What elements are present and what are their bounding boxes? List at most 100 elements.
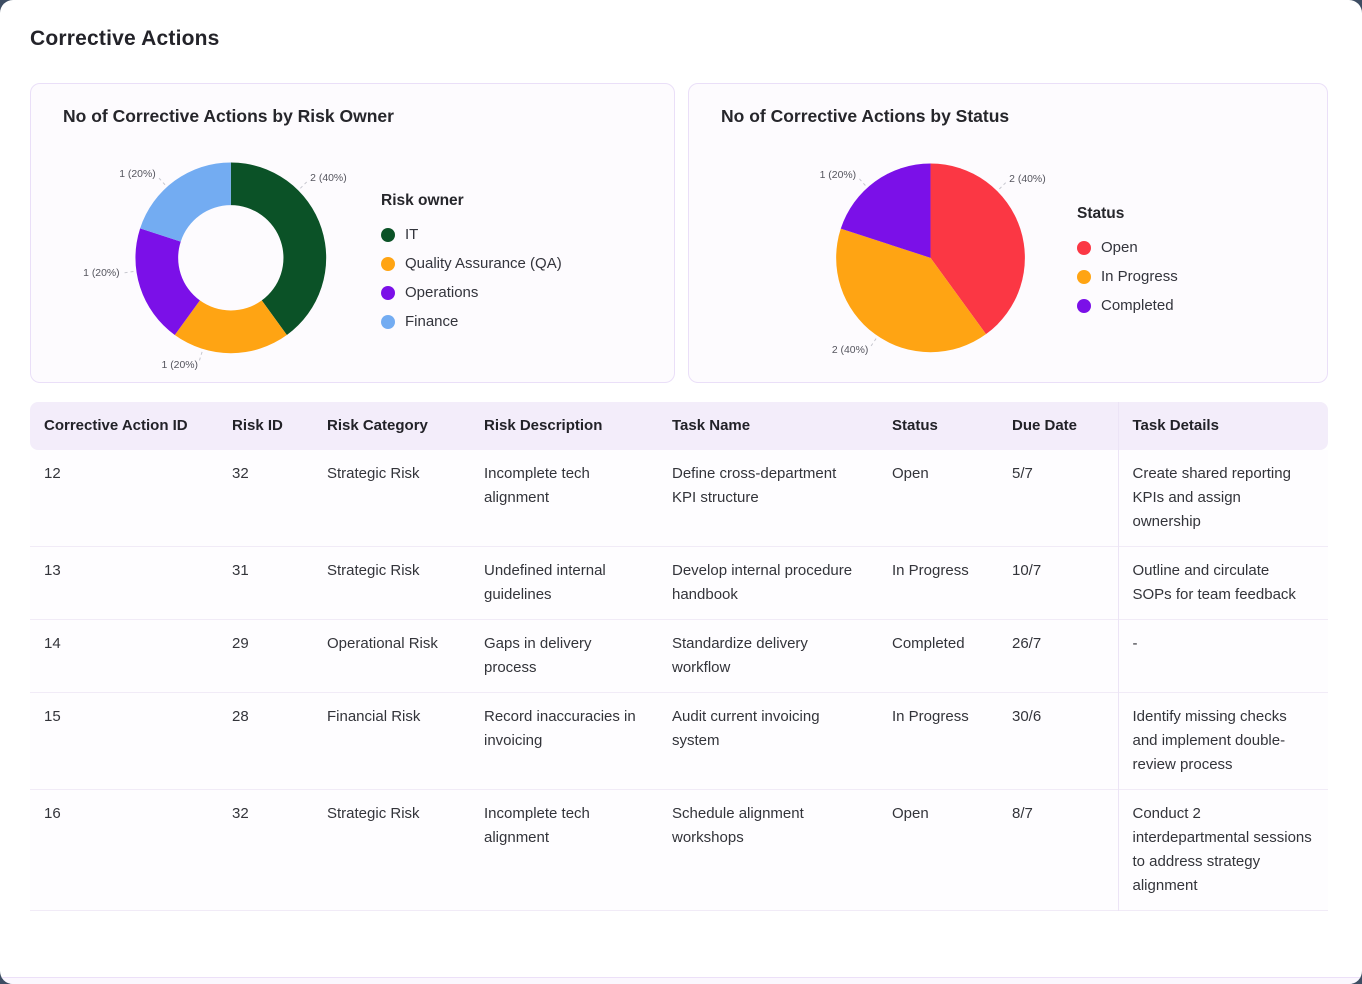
table-row: 16 32 Strategic Risk Incomplete tech ali… <box>30 790 1328 911</box>
header-task-details: Task Details <box>1118 402 1328 450</box>
cell-risk-id: 31 <box>218 547 313 620</box>
cell-risk-description: Incomplete tech alignment <box>470 450 658 547</box>
pie-slice-label: 1 (20%) <box>119 169 155 180</box>
risk-owner-donut-chart[interactable]: 2 (40%) 1 (20%) 1 (20%) 1 (20%) <box>31 84 674 382</box>
operations-legend-dot-icon <box>381 286 395 300</box>
label-leader-line <box>124 272 134 273</box>
cell-task-details: - <box>1118 620 1328 693</box>
cell-corrective-action-id: 13 <box>30 547 218 620</box>
cell-due-date: 10/7 <box>998 547 1118 620</box>
cell-corrective-action-id: 14 <box>30 620 218 693</box>
pie-slice-label: 2 (40%) <box>832 345 869 356</box>
cell-risk-category: Strategic Risk <box>313 790 470 911</box>
status-pie-chart[interactable]: 2 (40%) 2 (40%) 1 (20%) <box>689 84 1327 382</box>
finance-legend-dot-icon <box>381 315 395 329</box>
cell-task-details: Identify missing checks and implement do… <box>1118 693 1328 790</box>
cell-risk-description: Record inaccuracies in invoicing <box>470 693 658 790</box>
pie-slice-label: 1 (20%) <box>83 268 120 279</box>
cell-task-name: Develop internal procedure handbook <box>658 547 878 620</box>
label-leader-line <box>859 178 866 185</box>
header-risk-id: Risk ID <box>218 402 313 450</box>
pie-slice-label: 2 (40%) <box>310 173 347 184</box>
qa-legend-dot-icon <box>381 257 395 271</box>
header-risk-description: Risk Description <box>470 402 658 450</box>
pie-slice-label: 1 (20%) <box>162 360 199 371</box>
risk-owner-chart-card: No of Corrective Actions by Risk Owner 2… <box>30 83 675 383</box>
cell-status: In Progress <box>878 547 998 620</box>
legend-item-label: Finance <box>405 313 458 330</box>
status-legend: Status Open In Progress Completed <box>1077 205 1178 314</box>
cell-status: In Progress <box>878 693 998 790</box>
header-risk-category: Risk Category <box>313 402 470 450</box>
cell-task-details: Conduct 2 interdepartmental sessions to … <box>1118 790 1328 911</box>
cell-task-name: Define cross-department KPI structure <box>658 450 878 547</box>
next-section-peek <box>0 977 1362 984</box>
cell-risk-description: Incomplete tech alignment <box>470 790 658 911</box>
header-due-date: Due Date <box>998 402 1118 450</box>
legend-item-completed[interactable]: Completed <box>1077 297 1178 314</box>
legend-item-in-progress[interactable]: In Progress <box>1077 268 1178 285</box>
legend-item-label: Completed <box>1101 297 1174 314</box>
it-legend-dot-icon <box>381 228 395 242</box>
legend-item-label: IT <box>405 226 418 243</box>
label-leader-line <box>300 181 307 188</box>
cell-due-date: 30/6 <box>998 693 1118 790</box>
cell-status: Open <box>878 450 998 547</box>
legend-item-label: Quality Assurance (QA) <box>405 255 562 272</box>
cell-task-name: Schedule alignment workshops <box>658 790 878 911</box>
completed-legend-dot-icon <box>1077 299 1091 313</box>
cell-corrective-action-id: 15 <box>30 693 218 790</box>
cell-risk-category: Strategic Risk <box>313 450 470 547</box>
cell-risk-id: 28 <box>218 693 313 790</box>
table-row: 13 31 Strategic Risk Undefined internal … <box>30 547 1328 620</box>
cell-risk-id: 29 <box>218 620 313 693</box>
table-row: 12 32 Strategic Risk Incomplete tech ali… <box>30 450 1328 547</box>
cell-status: Completed <box>878 620 998 693</box>
cell-corrective-action-id: 16 <box>30 790 218 911</box>
corrective-actions-page: Corrective Actions No of Corrective Acti… <box>0 0 1362 984</box>
legend-item-label: In Progress <box>1101 268 1178 285</box>
charts-row: No of Corrective Actions by Risk Owner 2… <box>30 83 1328 383</box>
header-corrective-action-id: Corrective Action ID <box>30 402 218 450</box>
cell-risk-category: Financial Risk <box>313 693 470 790</box>
legend-item-label: Operations <box>405 284 478 301</box>
cell-task-name: Standardize delivery workflow <box>658 620 878 693</box>
label-leader-line <box>158 177 165 184</box>
cell-due-date: 26/7 <box>998 620 1118 693</box>
cell-status: Open <box>878 790 998 911</box>
cell-risk-category: Operational Risk <box>313 620 470 693</box>
table-header-row: Corrective Action ID Risk ID Risk Catego… <box>30 402 1328 450</box>
cell-due-date: 8/7 <box>998 790 1118 911</box>
pie-slice-label: 2 (40%) <box>1009 174 1046 185</box>
status-legend-title: Status <box>1077 205 1178 223</box>
cell-risk-id: 32 <box>218 450 313 547</box>
cell-task-details: Create shared reporting KPIs and assign … <box>1118 450 1328 547</box>
in-progress-legend-dot-icon <box>1077 270 1091 284</box>
cell-risk-category: Strategic Risk <box>313 547 470 620</box>
cell-risk-description: Undefined internal guidelines <box>470 547 658 620</box>
table-row: 15 28 Financial Risk Record inaccuracies… <box>30 693 1328 790</box>
legend-item-label: Open <box>1101 239 1138 256</box>
cell-risk-description: Gaps in delivery process <box>470 620 658 693</box>
legend-item-operations[interactable]: Operations <box>381 284 562 301</box>
header-status: Status <box>878 402 998 450</box>
status-chart-card: No of Corrective Actions by Status 2 (40… <box>688 83 1328 383</box>
cell-corrective-action-id: 12 <box>30 450 218 547</box>
risk-owner-legend: Risk owner IT Quality Assurance (QA) Ope… <box>381 192 562 330</box>
label-leader-line <box>871 339 877 347</box>
label-leader-line <box>999 182 1006 189</box>
header-task-name: Task Name <box>658 402 878 450</box>
pie-slice-label: 1 (20%) <box>820 170 857 181</box>
legend-item-finance[interactable]: Finance <box>381 313 562 330</box>
risk-owner-legend-title: Risk owner <box>381 192 562 210</box>
legend-item-open[interactable]: Open <box>1077 239 1178 256</box>
label-leader-line <box>199 352 202 362</box>
legend-item-it[interactable]: IT <box>381 226 562 243</box>
table-row: 14 29 Operational Risk Gaps in delivery … <box>30 620 1328 693</box>
open-legend-dot-icon <box>1077 241 1091 255</box>
cell-risk-id: 32 <box>218 790 313 911</box>
cell-task-name: Audit current invoicing system <box>658 693 878 790</box>
page-title: Corrective Actions <box>30 27 220 51</box>
legend-item-quality-assurance[interactable]: Quality Assurance (QA) <box>381 255 562 272</box>
cell-due-date: 5/7 <box>998 450 1118 547</box>
